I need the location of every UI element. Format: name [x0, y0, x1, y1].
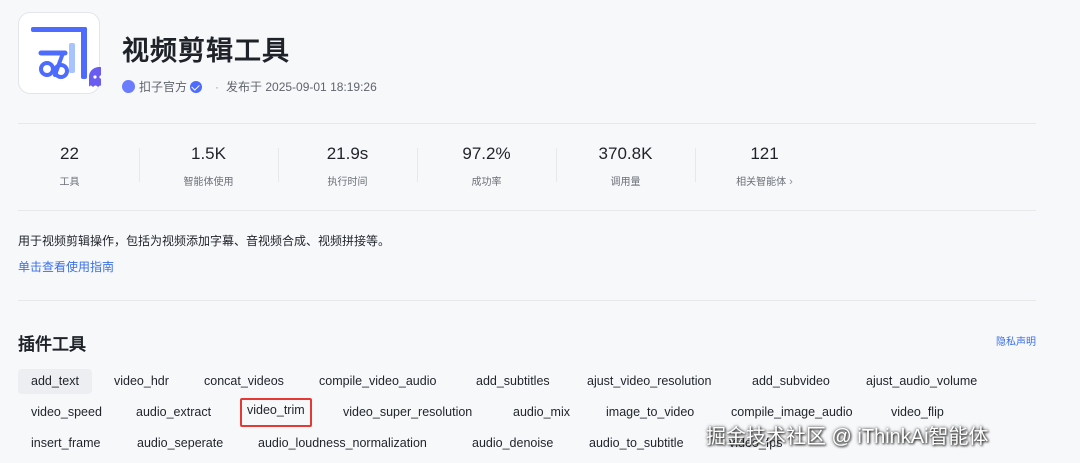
stat-value: 370.8K	[598, 144, 653, 163]
publish-time: 发布于 2025-09-01 18:19:26	[226, 80, 377, 94]
stat-label-wrap: 相关智能体 ›	[695, 173, 834, 188]
tool-tag-video-trim[interactable]: video_trim	[240, 398, 312, 427]
tool-tag-audio-to-subtitle[interactable]: audio_to_subtitle	[576, 431, 697, 456]
stat-label: 智能体使用	[183, 177, 234, 188]
stat-value: 121	[750, 144, 779, 163]
chevron-right-icon: ›	[789, 176, 793, 188]
tool-tag-audio-loudness-normalization[interactable]: audio_loudness_normalization	[245, 431, 440, 456]
tool-tag-compile-video-audio[interactable]: compile_video_audio	[306, 369, 449, 394]
tool-tag-audio-denoise[interactable]: audio_denoise	[459, 431, 566, 456]
divider-mid	[18, 210, 1036, 211]
verified-badge-icon	[190, 80, 203, 93]
tool-tag-ajust-video-resolution[interactable]: ajust_video_resolution	[574, 369, 724, 394]
divider-bottom	[18, 300, 1036, 301]
stat-exec-time: 21.9s 执行时间	[278, 144, 417, 188]
stat-related-agents[interactable]: 121 相关智能体 ›	[695, 144, 834, 188]
stats-bar: 22 工具 1.5K 智能体使用 21.9s 执行时间 97.2% 成功率 37…	[0, 144, 840, 188]
plugin-header: 视频剪辑工具 扣子官方 · 发布于 2025-09-01 18:19:26	[18, 12, 377, 95]
meta-separator: ·	[215, 79, 220, 94]
stat-value: 21.9s	[326, 144, 369, 163]
divider-top	[18, 123, 1036, 124]
privacy-link[interactable]: 隐私声明	[996, 333, 1036, 348]
tool-tag-audio-mix[interactable]: audio_mix	[500, 400, 583, 425]
stat-label: 调用量	[610, 177, 641, 188]
plugin-tools-heading: 插件工具	[18, 335, 86, 354]
tool-tag-add-subtitles[interactable]: add_subtitles	[463, 369, 563, 394]
tool-tag-audio-extract[interactable]: audio_extract	[123, 400, 224, 425]
publisher-meta: 扣子官方 · 发布于 2025-09-01 18:19:26	[122, 78, 377, 95]
plugin-description: 用于视频剪辑操作，包括为视频添加字幕、音视频合成、视频拼接等。	[18, 234, 391, 248]
publisher-avatar-icon	[122, 80, 135, 93]
stat-value: 1.5K	[191, 144, 226, 163]
tool-tag-ajust-audio-volume[interactable]: ajust_audio_volume	[853, 369, 990, 394]
tool-tag-image-to-video[interactable]: image_to_video	[593, 400, 707, 425]
tool-tag-concat-videos[interactable]: concat_videos	[191, 369, 297, 394]
plugin-title: 视频剪辑工具	[122, 36, 290, 66]
stat-label: 相关智能体	[736, 177, 787, 188]
tool-tag-add-text[interactable]: add_text	[18, 369, 92, 394]
stat-value: 22	[60, 144, 79, 163]
stat-label: 执行时间	[327, 177, 368, 188]
publisher-name[interactable]: 扣子官方	[139, 78, 187, 95]
tool-tag-add-subvideo[interactable]: add_subvideo	[739, 369, 843, 394]
watermark-text: 掘金技术社区 @ iThinkAi智能体	[706, 426, 989, 448]
tool-tag-audio-seperate[interactable]: audio_seperate	[124, 431, 236, 456]
tool-tag-video-speed[interactable]: video_speed	[18, 400, 115, 425]
stat-agent-usage: 1.5K 智能体使用	[139, 144, 278, 188]
usage-guide-link[interactable]: 单击查看使用指南	[18, 258, 114, 275]
tool-tag-video-super-resolution[interactable]: video_super_resolution	[330, 400, 485, 425]
stat-call-volume: 370.8K 调用量	[556, 144, 695, 188]
tool-tag-video-hdr[interactable]: video_hdr	[101, 369, 182, 394]
stat-label: 工具	[59, 177, 80, 188]
tool-tag-insert-frame[interactable]: insert_frame	[18, 431, 113, 456]
stat-label: 成功率	[471, 177, 502, 188]
stat-tools: 22 工具	[0, 144, 139, 188]
stat-success-rate: 97.2% 成功率	[417, 144, 556, 188]
stat-value: 97.2%	[462, 144, 511, 163]
video-edit-logo-icon	[31, 27, 101, 87]
plugin-logo	[18, 12, 101, 94]
